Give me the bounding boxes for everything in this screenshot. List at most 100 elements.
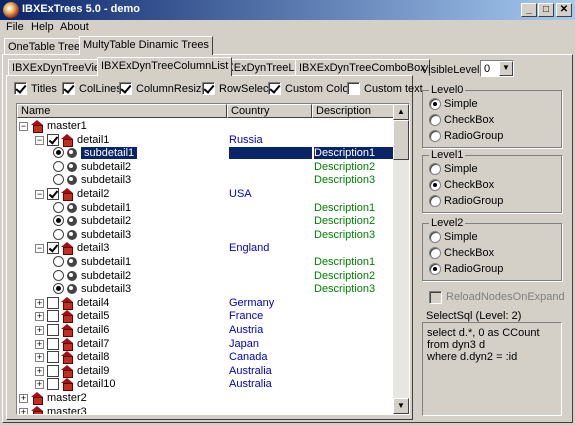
tree-row[interactable]: + detail4 Germany [17, 296, 395, 310]
option-checkbox-collines[interactable] [62, 82, 75, 95]
node-radio[interactable] [53, 147, 64, 159]
node-checkbox[interactable] [47, 242, 59, 255]
maximize-button[interactable]: □ [538, 3, 554, 17]
app-icon[interactable] [3, 2, 19, 18]
node-checkbox[interactable] [47, 351, 59, 364]
menu-file[interactable]: File [6, 21, 24, 33]
tree-row[interactable]: + detail7 Japan [17, 337, 395, 351]
node-checkbox[interactable] [47, 378, 59, 391]
level-radio-radiogroup[interactable] [429, 130, 441, 142]
node-checkbox[interactable] [47, 324, 59, 336]
tree-column-list[interactable]: Name Country Description − master1− detail… [16, 103, 410, 415]
tree-row[interactable]: subdetail2 Description2 [17, 269, 395, 283]
node-checkbox[interactable] [47, 296, 59, 309]
tree-row[interactable]: subdetail1 Description1 [17, 146, 395, 161]
tree-row[interactable]: − detail2 USA [17, 187, 395, 201]
title-bar[interactable]: IBXExTrees 5.0 - demo _ □ ✕ [0, 0, 575, 20]
close-button[interactable]: ✕ [556, 3, 572, 17]
tree-row[interactable]: subdetail3 Description3 [17, 228, 395, 242]
menu-about[interactable]: About [60, 21, 89, 33]
node-radio[interactable] [53, 174, 64, 186]
option-checkbox-custom-text[interactable] [347, 82, 360, 95]
level-radio-simple[interactable] [429, 98, 441, 110]
node-description: Description3 [314, 174, 376, 187]
tree-row[interactable]: subdetail2 Description2 [17, 160, 395, 174]
level-radio-radiogroup[interactable] [429, 263, 441, 275]
scroll-down-button[interactable]: ▼ [393, 398, 409, 414]
level-radio-label: Simple [444, 98, 478, 110]
tree-row[interactable]: − detail1 Russia [17, 133, 395, 147]
collapse-icon[interactable]: − [35, 244, 44, 254]
collapse-icon[interactable]: − [19, 122, 28, 131]
column-header-name[interactable]: Name [17, 104, 227, 118]
tree-row[interactable]: subdetail2 Description2 [17, 214, 395, 228]
node-checkbox[interactable] [47, 364, 59, 377]
option-checkbox-columnresize[interactable] [119, 82, 132, 95]
level-radio-radiogroup[interactable] [429, 195, 441, 207]
column-header-country[interactable]: Country [227, 104, 312, 118]
tree-row[interactable]: + detail5 France [17, 309, 395, 324]
minimize-button[interactable]: _ [521, 3, 537, 17]
tree-row[interactable]: + detail9 Australia [17, 364, 395, 378]
level-radio-checkbox[interactable] [429, 247, 441, 259]
tree-row[interactable]: subdetail3 Description3 [17, 282, 395, 296]
sql-line: select d.*, 0 as CCount [427, 327, 540, 339]
node-checkbox[interactable] [47, 133, 59, 146]
tab-multytable-dinamic-trees[interactable]: MultyTable Dinamic Trees [79, 36, 213, 55]
tree-row[interactable]: − detail3 England [17, 241, 395, 256]
option-checkbox-rowselect[interactable] [202, 82, 215, 95]
tab-dyntreecolumnlist[interactable]: IBXExDynTreeColumnList [97, 57, 233, 76]
node-checkbox[interactable] [47, 337, 59, 350]
option-checkbox-titles[interactable] [14, 82, 27, 95]
collapse-icon[interactable]: − [35, 135, 44, 145]
expand-icon[interactable]: + [35, 326, 44, 335]
node-radio[interactable] [53, 201, 64, 213]
expand-icon[interactable]: + [35, 339, 44, 349]
scroll-thumb[interactable] [393, 120, 409, 160]
tree-row[interactable]: + detail10 Australia [17, 377, 395, 392]
expand-icon[interactable]: + [35, 298, 44, 308]
column-header-description[interactable]: Description [312, 104, 395, 118]
tab-onetable-trees[interactable]: OneTable Trees [4, 38, 90, 55]
node-radio[interactable] [53, 256, 64, 267]
reload-nodes-checkbox[interactable] [429, 291, 442, 304]
node-radio[interactable] [53, 228, 64, 240]
tree-row[interactable]: + detail8 Canada [17, 350, 395, 365]
vertical-scrollbar[interactable]: ▲ ▼ [393, 104, 409, 414]
option-label: RowSelect [219, 83, 272, 95]
visible-levels-select[interactable]: 0 ▼ [480, 60, 514, 77]
person-icon [67, 148, 77, 159]
level-radio-checkbox[interactable] [429, 114, 441, 126]
building-icon [61, 324, 73, 337]
node-checkbox[interactable] [47, 310, 59, 323]
collapse-icon[interactable]: − [35, 190, 44, 199]
node-name: subdetail2 [81, 215, 132, 228]
tree-row[interactable]: subdetail1 Description1 [17, 201, 395, 215]
tree-row[interactable]: + master3 [17, 405, 395, 414]
option-checkbox-custom-color[interactable] [268, 82, 281, 95]
level-radio-checkbox[interactable] [429, 179, 441, 191]
tree-row[interactable]: subdetail3 Description3 [17, 173, 395, 187]
tree-row[interactable]: + detail6 Austria [17, 323, 395, 337]
expand-icon[interactable]: + [35, 312, 44, 322]
tree-row[interactable]: + master2 [17, 391, 395, 405]
tree-row[interactable]: − master1 [17, 119, 395, 133]
expand-icon[interactable]: + [35, 366, 44, 376]
select-sql-memo[interactable]: select d.*, 0 as CCount from dyn3 d wher… [422, 322, 562, 416]
tab-dyntreecombobox[interactable]: IBXExDynTreeComboBox [295, 59, 430, 76]
menu-help[interactable]: Help [31, 21, 54, 33]
dropdown-arrow-icon[interactable]: ▼ [499, 61, 513, 76]
level-radio-simple[interactable] [429, 163, 441, 175]
expand-icon[interactable]: + [19, 407, 28, 414]
node-radio[interactable] [53, 160, 64, 172]
node-radio[interactable] [53, 215, 64, 227]
expand-icon[interactable]: + [35, 353, 44, 363]
scroll-up-button[interactable]: ▲ [393, 104, 409, 120]
node-radio[interactable] [53, 283, 64, 295]
node-checkbox[interactable] [47, 188, 59, 200]
expand-icon[interactable]: + [35, 380, 44, 390]
tree-row[interactable]: subdetail1 Description1 [17, 255, 395, 269]
level-radio-simple[interactable] [429, 231, 441, 243]
expand-icon[interactable]: + [19, 394, 28, 403]
node-radio[interactable] [53, 269, 64, 281]
